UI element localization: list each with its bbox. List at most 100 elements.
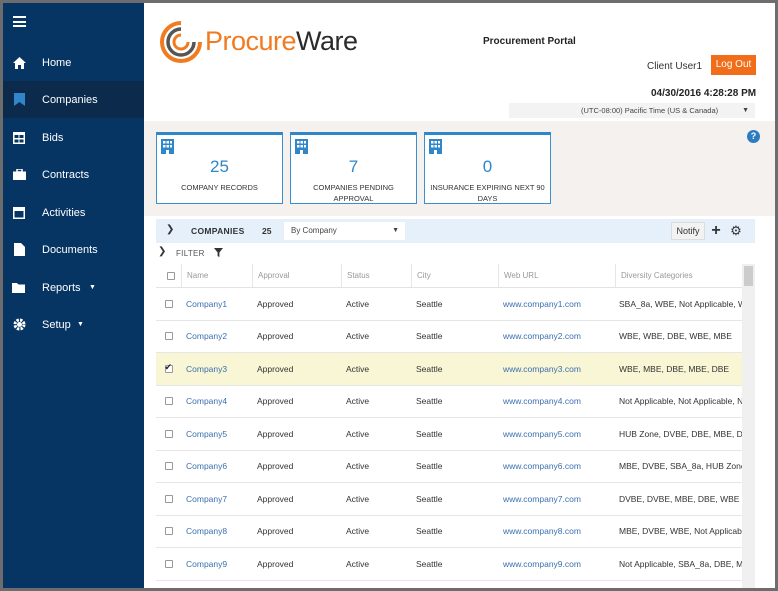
company-name-link[interactable]: Company4 [181, 386, 252, 418]
city-cell: Seattle [416, 493, 443, 504]
logout-button[interactable]: Log Out [711, 55, 756, 75]
sidebar-item-home[interactable]: Home [3, 44, 144, 81]
row-checkbox[interactable] [164, 397, 173, 406]
kpi-label: COMPANIES PENDING APPROVAL [313, 183, 394, 203]
sidebar-item-contracts[interactable]: Contracts [3, 156, 144, 193]
company-name-link[interactable]: Company1 [181, 288, 252, 320]
notify-button[interactable]: Notify [671, 222, 705, 240]
sidebar-item-label: Contracts [42, 168, 90, 181]
caret-down-icon: ▼ [77, 321, 84, 328]
web-url-link[interactable]: www.company9.com [498, 548, 615, 580]
web-url-link[interactable]: www.company6.com [498, 451, 615, 483]
table-row[interactable]: Company9 Approved Active Seattle www.company… [156, 548, 755, 581]
row-checkbox[interactable] [164, 494, 173, 503]
status-cell: Active [346, 526, 370, 537]
diversity-cell: SBA_8a, WBE, Not Applicable, WBE [619, 298, 755, 309]
row-checkbox[interactable] [164, 362, 173, 373]
kpi-label: COMPANY RECORDS [181, 183, 258, 192]
kpi-label: INSURANCE EXPIRING NEXT 90 DAYS [430, 183, 545, 203]
web-url-link[interactable]: www.company3.com [498, 353, 615, 385]
web-url-link[interactable]: www.company7.com [498, 483, 615, 515]
sidebar-item-bids[interactable]: Bids [3, 119, 144, 156]
document-icon [12, 243, 26, 257]
row-checkbox[interactable] [164, 527, 173, 536]
company-name-link[interactable]: Company3 [181, 353, 252, 385]
company-name-link[interactable]: Company5 [181, 418, 252, 450]
table-row[interactable]: Company1 Approved Active Seattle www.company… [156, 288, 755, 321]
row-checkbox[interactable] [164, 462, 173, 471]
web-url-link[interactable]: www.company1.com [498, 288, 615, 320]
approval-cell: Approved [257, 331, 294, 342]
sidebar-item-label: Reports [42, 281, 81, 294]
company-name-link[interactable]: Company9 [181, 548, 252, 580]
table-row[interactable]: Company4 Approved Active Seattle www.company… [156, 386, 755, 418]
company-name-link[interactable]: Company6 [181, 451, 252, 483]
sidebar-item-label: Setup [42, 318, 71, 331]
city-cell: Seattle [416, 363, 443, 374]
approval-cell: Approved [257, 396, 294, 407]
status-cell: Active [346, 298, 370, 309]
sidebar-item-activities[interactable]: Activities [3, 194, 144, 231]
add-icon[interactable]: + [707, 221, 725, 241]
column-header-city[interactable]: City [411, 264, 498, 287]
diversity-cell: WBE, MBE, DBE, MBE, DBE [619, 363, 730, 374]
table-row[interactable]: Company8 Approved Active Seattle www.company… [156, 516, 755, 548]
row-checkbox[interactable] [164, 332, 173, 341]
settings-gear-icon[interactable]: ⚙ [728, 222, 744, 240]
kpi-card-company-records[interactable]: 25 COMPANY RECORDS [156, 132, 283, 204]
column-header-approval[interactable]: Approval [252, 264, 341, 287]
table-row[interactable]: Company3 Approved Active Seattle www.company… [156, 353, 755, 386]
filter-label[interactable]: FILTER [176, 249, 205, 258]
collapse-chevron-icon[interactable]: ❯ [166, 224, 174, 235]
web-url-link[interactable]: www.company5.com [498, 418, 615, 450]
table-row[interactable]: Company7 Approved Active Seattle www.company… [156, 483, 755, 516]
help-icon[interactable]: ? [747, 130, 760, 143]
table-scrollbar[interactable] [742, 264, 755, 588]
company-name-link[interactable]: Company7 [181, 483, 252, 515]
select-all-checkbox[interactable] [167, 271, 175, 280]
app-window: Home Companies Bids Contracts Activities Docu… [3, 3, 775, 588]
web-url-link[interactable]: www.company2.com [498, 321, 615, 353]
dropdown-arrow-icon: ▼ [392, 227, 399, 234]
row-checkbox[interactable] [164, 299, 173, 308]
column-header-status[interactable]: Status [341, 264, 411, 287]
city-cell: Seattle [416, 526, 443, 537]
web-url-link[interactable]: www.company4.com [498, 386, 615, 418]
sidebar-item-setup[interactable]: Setup ▼ [3, 306, 144, 343]
approval-cell: Approved [257, 526, 294, 537]
table-header: Name Approval Status City Web URL Divers… [156, 264, 755, 288]
scrollbar-thumb[interactable] [744, 266, 753, 286]
approval-cell: Approved [257, 363, 294, 374]
timezone-select[interactable]: (UTC-08:00) Pacific Time (US & Canada) ▼ [509, 103, 755, 118]
row-select-cell [156, 483, 181, 515]
company-name-link[interactable]: Company2 [181, 321, 252, 353]
kpi-card-companies-pending-approval[interactable]: 7 COMPANIES PENDING APPROVAL [290, 132, 417, 204]
view-select[interactable]: By Company ▼ [284, 222, 405, 240]
approval-cell: Approved [257, 461, 294, 472]
company-name-link[interactable]: Company8 [181, 516, 252, 548]
sidebar-item-reports[interactable]: Reports ▼ [3, 269, 144, 306]
column-header-diversity[interactable]: Diversity Categories [615, 264, 741, 287]
kpi-card-insurance-expiring[interactable]: 0 INSURANCE EXPIRING NEXT 90 DAYS [424, 132, 551, 204]
table-row[interactable]: Company5 Approved Active Seattle www.company… [156, 418, 755, 451]
sidebar-item-label: Companies [42, 93, 98, 106]
web-url-link[interactable]: www.company8.com [498, 516, 615, 548]
expand-chevron-icon[interactable]: ❯ [158, 246, 167, 257]
row-checkbox[interactable] [164, 559, 173, 568]
sidebar-item-label: Activities [42, 206, 86, 219]
building-icon [161, 139, 175, 154]
diversity-cell: MBE, DVBE, WBE, Not Applicable, D [619, 526, 755, 537]
table-row[interactable]: Company2 Approved Active Seattle www.company… [156, 321, 755, 353]
sidebar-item-companies[interactable]: Companies [3, 81, 144, 118]
building-icon [429, 139, 443, 154]
companies-toolbar: ❯ COMPANIES 25 By Company ▼ Notify + ⚙ [156, 219, 755, 243]
column-header-name[interactable]: Name [181, 264, 252, 287]
hamburger-menu-icon[interactable] [13, 16, 26, 27]
column-header-web-url[interactable]: Web URL [498, 264, 615, 287]
approval-cell: Approved [257, 558, 294, 569]
row-checkbox[interactable] [164, 429, 173, 438]
sidebar-item-documents[interactable]: Documents [3, 231, 144, 268]
filter-funnel-icon[interactable] [214, 248, 223, 259]
table-row[interactable]: Company6 Approved Active Seattle www.company… [156, 451, 755, 483]
sidebar-item-label: Bids [42, 131, 64, 144]
